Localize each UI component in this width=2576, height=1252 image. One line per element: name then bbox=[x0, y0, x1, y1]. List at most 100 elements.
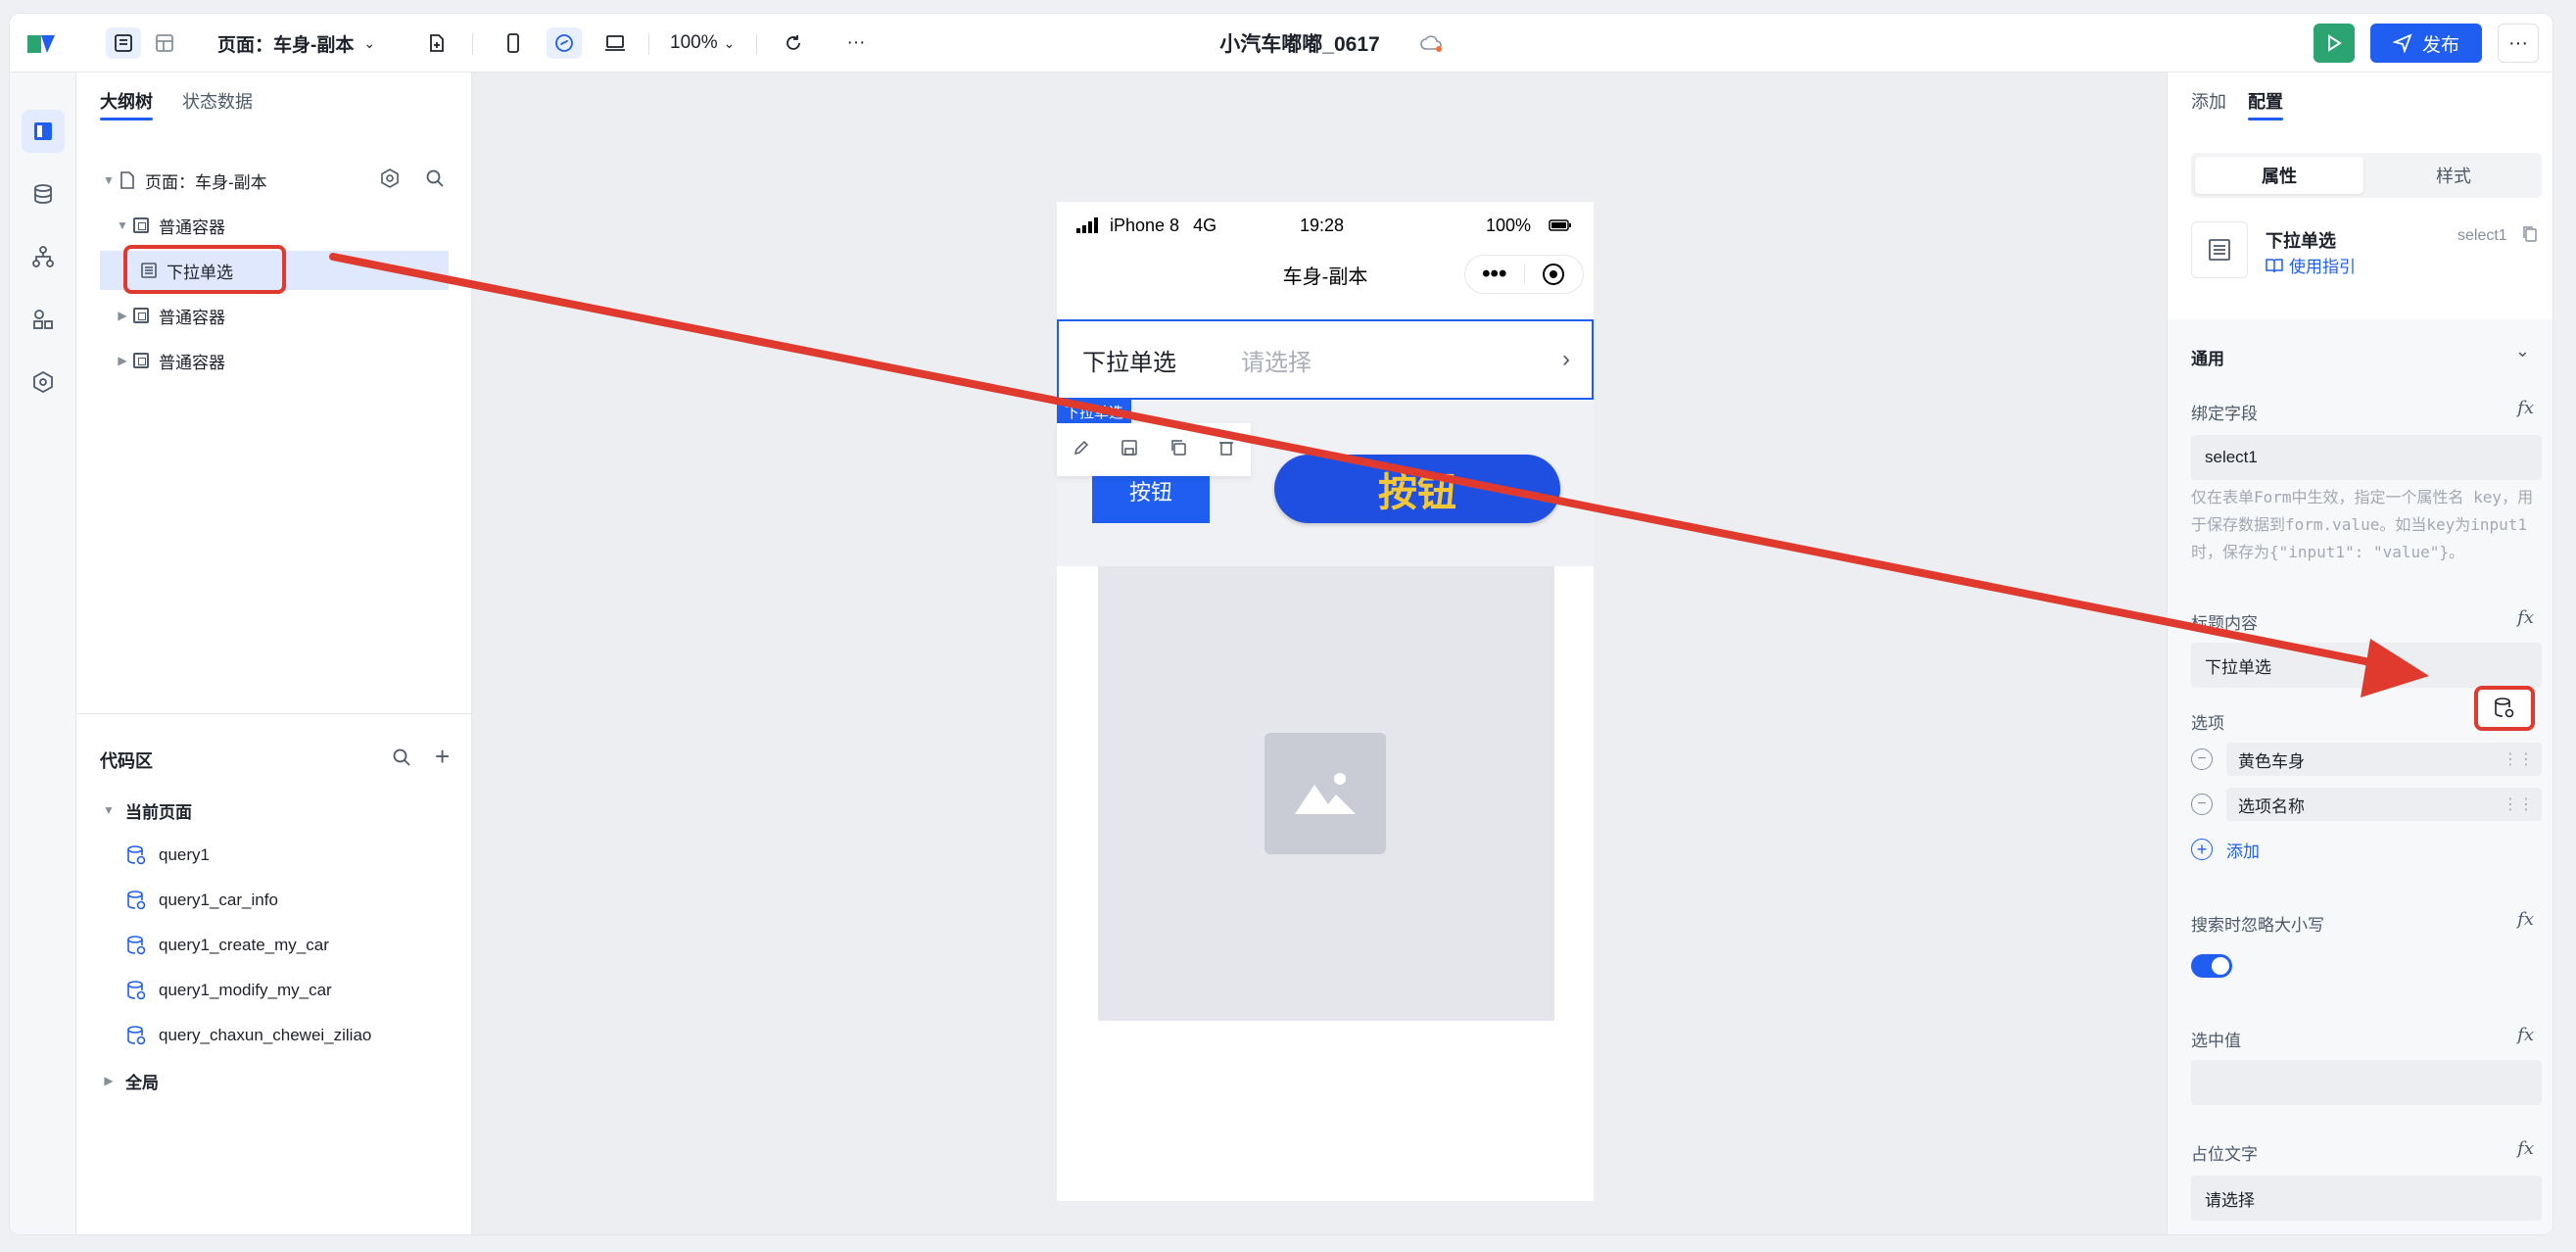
new-page-icon[interactable] bbox=[419, 27, 454, 59]
chevron-down-icon[interactable]: ⌄ bbox=[2515, 341, 2530, 361]
chevron-right-icon: › bbox=[1562, 346, 1570, 372]
tab-config[interactable]: 配置 bbox=[2248, 88, 2283, 114]
query-item[interactable]: query_chaxun_chewei_ziliao bbox=[100, 1016, 371, 1055]
fx-icon[interactable]: fx bbox=[2517, 607, 2534, 628]
tab-state-data[interactable]: 状态数据 bbox=[182, 88, 253, 114]
desktop-preview-icon[interactable] bbox=[597, 27, 633, 59]
placeholder-label: 占位文字 bbox=[2191, 1145, 2258, 1164]
annotation-highlight-box bbox=[123, 245, 286, 294]
tree-node-container[interactable]: ▶ 普通容器 bbox=[100, 341, 449, 380]
options-datasource-button[interactable] bbox=[2474, 686, 2535, 731]
left-icon-rail bbox=[10, 35, 76, 1234]
placeholder-input[interactable]: 请选择 bbox=[2191, 1176, 2542, 1221]
close-circle-icon[interactable] bbox=[1524, 263, 1583, 286]
zoom-selector[interactable]: 100% ⌄ bbox=[670, 27, 735, 59]
rail-components-icon[interactable] bbox=[22, 298, 65, 341]
rail-flow-icon[interactable] bbox=[22, 235, 65, 278]
fx-icon[interactable]: fx bbox=[2517, 1025, 2534, 1045]
rail-settings-icon[interactable] bbox=[22, 361, 65, 404]
top-toolbar: 页面：车身-副本 ⌄ 100% ⌄ ··· 小汽车嘟嘟_0617 发布 ··· bbox=[10, 14, 2552, 72]
more-horizontal-icon[interactable]: ··· bbox=[838, 27, 874, 59]
page-selector[interactable]: 页面：车身-副本 ⌄ bbox=[217, 27, 375, 59]
remove-option-icon[interactable]: − bbox=[2191, 748, 2213, 770]
caret-right-icon[interactable]: ▶ bbox=[100, 1074, 118, 1087]
select-component-icon bbox=[2191, 221, 2248, 278]
selected-value-input[interactable] bbox=[2191, 1060, 2542, 1105]
dropdown-select[interactable]: 下拉单选 请选择 › bbox=[1057, 319, 1594, 400]
add-icon[interactable]: + bbox=[435, 742, 450, 772]
delete-icon[interactable] bbox=[1217, 439, 1235, 461]
tab-outline-tree[interactable]: 大纲树 bbox=[100, 88, 153, 114]
rail-outline-icon[interactable] bbox=[22, 110, 65, 153]
database-settings-icon bbox=[2495, 698, 2514, 718]
tab-add[interactable]: 添加 bbox=[2191, 88, 2226, 114]
caret-down-icon[interactable]: ▼ bbox=[114, 218, 131, 232]
drag-handle-icon[interactable]: ⋮⋮ bbox=[2503, 749, 2534, 769]
copy-icon[interactable] bbox=[1169, 439, 1187, 461]
publish-button[interactable]: 发布 bbox=[2370, 24, 2482, 63]
edit-icon[interactable] bbox=[1073, 439, 1090, 461]
current-page-group[interactable]: ▼ 当前页面 bbox=[100, 791, 192, 830]
query-item[interactable]: query1_modify_my_car bbox=[100, 971, 332, 1010]
mobile-preview-icon[interactable] bbox=[496, 27, 531, 59]
query-item[interactable]: query1_car_info bbox=[100, 881, 278, 920]
add-option-button[interactable]: + 添加 bbox=[2191, 833, 2542, 866]
app-window: 页面：车身-副本 ⌄ 100% ⌄ ··· 小汽车嘟嘟_0617 发布 ··· … bbox=[10, 14, 2552, 1234]
run-button[interactable] bbox=[2314, 24, 2355, 63]
app-logo-icon bbox=[27, 35, 55, 53]
bind-field-input[interactable]: select1 bbox=[2191, 435, 2542, 480]
caret-down-icon[interactable]: ▼ bbox=[100, 803, 118, 817]
outline-view-icon[interactable] bbox=[106, 27, 141, 59]
zoom-value: 100% bbox=[670, 32, 718, 53]
battery-icon bbox=[1549, 219, 1571, 231]
gear-icon[interactable] bbox=[380, 168, 400, 193]
mini-nav-bar: 车身-副本 ••• bbox=[1057, 249, 1594, 300]
option-input[interactable]: 选项名称 bbox=[2226, 788, 2542, 821]
caret-right-icon[interactable]: ▶ bbox=[114, 354, 131, 367]
component-toolbar bbox=[1057, 423, 1251, 476]
layout-view-icon[interactable] bbox=[147, 27, 182, 59]
tree-node-container[interactable]: ▼ 普通容器 bbox=[100, 206, 449, 245]
segment-style[interactable]: 样式 bbox=[2369, 157, 2538, 194]
remove-option-icon[interactable]: − bbox=[2191, 794, 2213, 815]
selected-value-label: 选中值 bbox=[2191, 1032, 2241, 1050]
tree-node-label: 普通容器 bbox=[159, 308, 225, 327]
query-item[interactable]: query1_create_my_car bbox=[100, 926, 329, 965]
group-label: 当前页面 bbox=[125, 802, 192, 822]
container-icon bbox=[131, 216, 151, 235]
tree-node-container[interactable]: ▶ 普通容器 bbox=[100, 296, 449, 335]
image-component[interactable] bbox=[1098, 566, 1554, 1021]
capsule-menu[interactable]: ••• bbox=[1464, 255, 1584, 294]
more-horizontal-icon: ··· bbox=[2508, 31, 2528, 54]
guide-link[interactable]: 使用指引 bbox=[2266, 253, 2356, 277]
query-item[interactable]: query1 bbox=[100, 836, 210, 875]
copy-icon[interactable] bbox=[2522, 225, 2538, 248]
segment-attributes[interactable]: 属性 bbox=[2195, 157, 2363, 194]
carrier-text: iPhone 8 bbox=[1110, 215, 1180, 235]
caret-down-icon[interactable]: ▼ bbox=[100, 173, 118, 187]
title-input[interactable]: 下拉单选 bbox=[2191, 643, 2542, 688]
search-icon[interactable] bbox=[392, 747, 411, 772]
more-menu-button[interactable]: ··· bbox=[2498, 24, 2539, 63]
status-bar: iPhone 8 4G 19:28 100% bbox=[1057, 202, 1594, 249]
rail-database-icon[interactable] bbox=[22, 172, 65, 216]
container-icon bbox=[131, 351, 151, 370]
fx-icon[interactable]: fx bbox=[2517, 398, 2534, 418]
search-icon[interactable] bbox=[425, 169, 445, 193]
save-icon[interactable] bbox=[1121, 439, 1138, 461]
option-row: − 黄色车身 ⋮⋮ bbox=[2191, 743, 2542, 776]
tree-node-page[interactable]: ▼ 页面：车身-副本 bbox=[100, 161, 449, 200]
ignore-case-toggle[interactable] bbox=[2191, 954, 2232, 978]
large-button[interactable]: 按钮 bbox=[1274, 455, 1560, 523]
fx-icon[interactable]: fx bbox=[2517, 1138, 2534, 1159]
option-input[interactable]: 黄色车身 bbox=[2226, 743, 2542, 776]
global-group[interactable]: ▶ 全局 bbox=[100, 1061, 159, 1100]
fx-icon[interactable]: fx bbox=[2517, 909, 2534, 930]
more-dots-icon[interactable]: ••• bbox=[1465, 261, 1524, 288]
drag-handle-icon[interactable]: ⋮⋮ bbox=[2503, 795, 2534, 814]
tree-node-label: 普通容器 bbox=[159, 217, 225, 237]
caret-right-icon[interactable]: ▶ bbox=[114, 309, 131, 322]
miniprogram-preview-icon[interactable] bbox=[547, 27, 582, 59]
refresh-icon[interactable] bbox=[776, 27, 811, 59]
image-placeholder-icon bbox=[1264, 733, 1386, 854]
